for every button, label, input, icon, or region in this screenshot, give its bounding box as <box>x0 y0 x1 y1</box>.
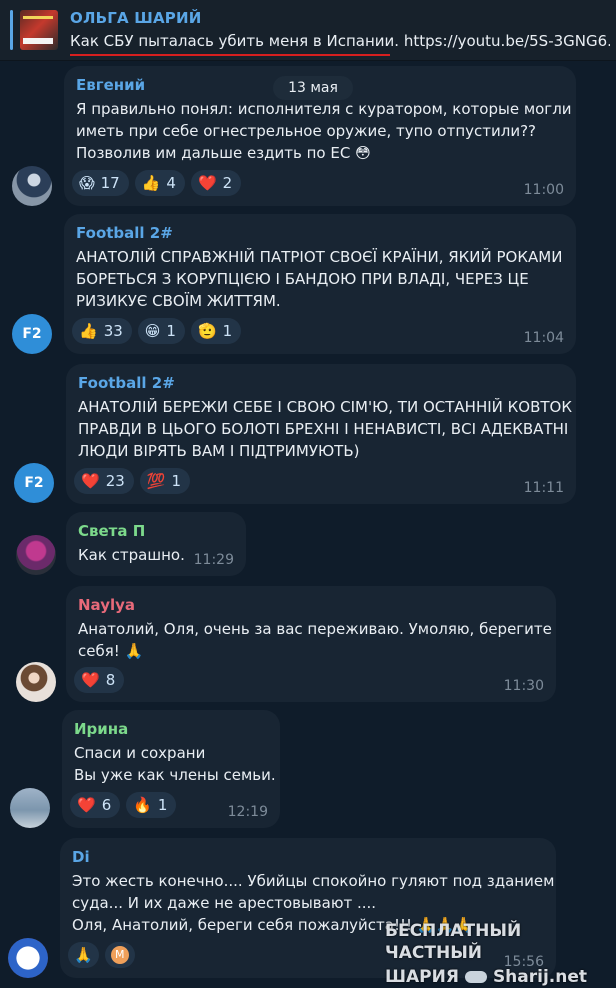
message-author[interactable]: Football 2# <box>78 374 175 392</box>
reactions: 🙏 M <box>68 942 135 968</box>
pinned-message-bar[interactable]: ОЛЬГА ШАРИЙ Как СБУ пыталась убить меня … <box>0 0 616 61</box>
message-author[interactable]: Football 2# <box>76 224 173 242</box>
message-time: 11:29 <box>193 552 234 568</box>
message-author[interactable]: Di <box>72 848 90 866</box>
message-time: 11:30 <box>503 678 544 694</box>
message-author[interactable]: Naylya <box>78 596 135 614</box>
avatar[interactable] <box>10 788 50 828</box>
reaction-chip[interactable]: 💯 1 <box>139 468 191 494</box>
reaction-chip[interactable]: ❤️ 8 <box>74 667 125 693</box>
avatar[interactable] <box>16 535 56 575</box>
reaction-chip[interactable]: 👍 33 <box>72 318 132 344</box>
pinned-title: ОЛЬГА ШАРИЙ <box>70 9 202 27</box>
avatar[interactable]: F2 <box>14 463 54 503</box>
message-bubble: Ирина Спаси и сохрани Вы уже как члены с… <box>62 710 280 828</box>
message-author[interactable]: Ирина <box>74 720 128 738</box>
watermark: БЕСПЛАТНЫЙ ЧАСТНЫЙ ШАРИЯ Sharij.net <box>385 921 588 987</box>
avatar[interactable] <box>8 938 48 978</box>
message-time: 11:00 <box>523 182 564 198</box>
message-text: Спаси и сохрани Вы уже как члены семьи. <box>74 744 276 784</box>
message-text: Я правильно понял: исполнителя с куратор… <box>76 100 572 162</box>
reaction-chip[interactable]: M <box>104 942 135 968</box>
pinned-accent-bar <box>10 10 13 50</box>
avatar[interactable] <box>12 166 52 206</box>
reaction-chip[interactable]: 🫡 1 <box>190 318 242 344</box>
message-time: 12:19 <box>227 804 268 820</box>
avatar[interactable] <box>16 662 56 702</box>
message-bubble: Света П Как страшно. 11:29 <box>66 512 246 576</box>
message-text: АНАТОЛІЙ СПРАВЖНІЙ ПАТРІОТ СВОЄЇ КРАЇНИ,… <box>76 248 563 310</box>
highlight-underline <box>70 54 390 56</box>
reactions: ❤️ 8 <box>74 667 125 693</box>
reaction-chip[interactable]: ❤️ 2 <box>190 170 242 196</box>
message-author[interactable]: Евгений <box>76 76 145 94</box>
reaction-chip[interactable]: 😁 1 <box>137 318 185 344</box>
message-text: Как страшно. <box>78 546 185 564</box>
pointing-hand-icon <box>464 971 487 983</box>
reaction-chip[interactable]: 😱 17 <box>72 170 129 196</box>
message-time: 11:11 <box>523 480 564 496</box>
reactions: ❤️ 23 💯 1 <box>74 468 191 494</box>
message-bubble: Naylya Анатолий, Оля, очень за вас переж… <box>66 586 556 702</box>
reaction-chip[interactable]: ❤️ 6 <box>70 792 121 818</box>
message-bubble: Football 2# АНАТОЛІЙ БЕРЕЖИ СЕБЕ І СВОЮ … <box>66 364 576 504</box>
pinned-thumbnail[interactable] <box>20 10 58 50</box>
message-text: АНАТОЛІЙ БЕРЕЖИ СЕБЕ І СВОЮ СІМ'Ю, ТИ ОС… <box>78 398 572 460</box>
reaction-chip[interactable]: 🙏 <box>68 942 99 968</box>
reaction-chip[interactable]: 👍 4 <box>134 170 185 196</box>
message-time: 11:04 <box>523 330 564 346</box>
reactions: ❤️ 6 🔥 1 <box>70 792 177 818</box>
avatar[interactable]: F2 <box>12 314 52 354</box>
message-author[interactable]: Света П <box>78 522 145 540</box>
pinned-text[interactable]: Как СБУ пыталась убить меня в Испании. h… <box>70 32 610 50</box>
reactions: 😱 17 👍 4 ❤️ 2 <box>72 170 242 196</box>
reaction-chip[interactable]: ❤️ 23 <box>74 468 134 494</box>
message-bubble: Football 2# АНАТОЛІЙ СПРАВЖНІЙ ПАТРІОТ С… <box>64 214 576 354</box>
date-pill: 13 мая <box>273 76 353 100</box>
message-text: Анатолий, Оля, очень за вас переживаю. У… <box>78 620 552 660</box>
reactions: 👍 33 😁 1 🫡 1 <box>72 318 242 344</box>
reaction-chip[interactable]: 🔥 1 <box>126 792 177 818</box>
